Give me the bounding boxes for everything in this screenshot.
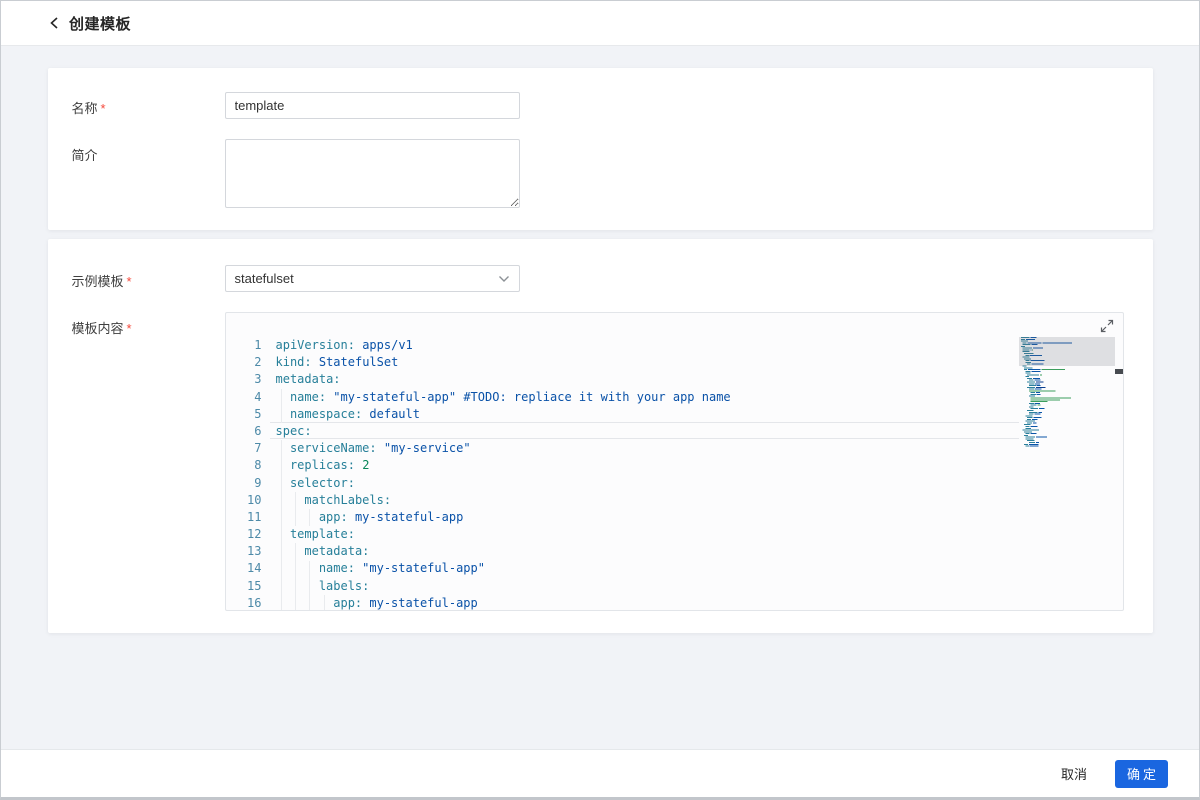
template-content-row: 模板内容* 12345678910111213141516 apiVersio	[72, 312, 1153, 611]
minimap-slider[interactable]	[1019, 337, 1115, 366]
code-line[interactable]: name: "my-stateful-app" #TODO: repliace …	[276, 389, 1019, 406]
minimap[interactable]	[1019, 337, 1115, 610]
line-number: 14	[226, 560, 262, 577]
name-label: 名称*	[72, 92, 225, 119]
code-line[interactable]: serviceName: "my-service"	[276, 440, 1019, 457]
overview-ruler-mark	[1115, 369, 1123, 374]
sample-template-row: 示例模板* statefulset	[72, 265, 1153, 292]
intro-textarea[interactable]	[225, 139, 520, 208]
required-asterisk: *	[127, 274, 132, 289]
sample-template-select[interactable]: statefulset	[225, 265, 520, 292]
page-header: 创建模板	[1, 1, 1199, 46]
line-number-gutter: 12345678910111213141516	[226, 337, 262, 610]
intro-row: 简介	[72, 139, 1153, 208]
code-line[interactable]: name: "my-stateful-app"	[276, 560, 1019, 577]
basic-info-card: 名称* 简介	[48, 68, 1153, 230]
code-line[interactable]: replicas: 2	[276, 457, 1019, 474]
line-number: 7	[226, 440, 262, 457]
code-line[interactable]: metadata:	[276, 543, 1019, 560]
code-line[interactable]: selector:	[276, 475, 1019, 492]
required-asterisk: *	[101, 101, 106, 116]
code-line[interactable]: namespace: default	[276, 406, 1019, 423]
template-card: 示例模板* statefulset 模板内容*	[48, 239, 1153, 633]
yaml-editor[interactable]: 12345678910111213141516 apiVersion: apps…	[225, 312, 1124, 611]
sample-template-label: 示例模板*	[72, 265, 225, 292]
name-input[interactable]	[225, 92, 520, 119]
select-value: statefulset	[235, 271, 294, 286]
line-number: 1	[226, 337, 262, 354]
page-title: 创建模板	[69, 13, 131, 34]
line-number: 10	[226, 492, 262, 509]
code-line[interactable]: matchLabels:	[276, 492, 1019, 509]
code-line[interactable]: metadata:	[276, 371, 1019, 388]
confirm-button[interactable]: 确定	[1115, 760, 1168, 788]
intro-label: 简介	[72, 139, 225, 208]
line-number: 3	[226, 371, 262, 388]
line-number: 12	[226, 526, 262, 543]
overview-ruler[interactable]	[1115, 337, 1123, 610]
line-number: 4	[226, 389, 262, 406]
code-line[interactable]: labels:	[276, 578, 1019, 595]
template-content-label: 模板内容*	[72, 312, 225, 611]
code-line[interactable]: kind: StatefulSet	[276, 354, 1019, 371]
name-row: 名称*	[72, 92, 1153, 119]
line-number: 11	[226, 509, 262, 526]
expand-icon[interactable]	[1099, 318, 1115, 334]
code-line[interactable]: app: my-stateful-app	[276, 595, 1019, 610]
editor-toolbar	[226, 313, 1123, 337]
line-number: 13	[226, 543, 262, 560]
back-button[interactable]: 创建模板	[49, 13, 131, 34]
code-content[interactable]: apiVersion: apps/v1kind: StatefulSetmeta…	[276, 337, 1019, 610]
line-number: 16	[226, 595, 262, 610]
line-number: 15	[226, 578, 262, 595]
cancel-button[interactable]: 取消	[1061, 764, 1087, 783]
line-number: 6	[226, 423, 262, 440]
line-number: 9	[226, 475, 262, 492]
action-bar: 取消 确定	[1, 749, 1199, 797]
window: 创建模板 名称* 简介 示例模板* statefulset	[0, 0, 1200, 800]
editor-body[interactable]: 12345678910111213141516 apiVersion: apps…	[226, 337, 1123, 610]
chevron-down-icon	[498, 275, 510, 283]
code-line[interactable]: template:	[276, 526, 1019, 543]
back-chevron-icon	[49, 16, 59, 30]
line-number: 8	[226, 457, 262, 474]
code-line[interactable]: app: my-stateful-app	[276, 509, 1019, 526]
code-line[interactable]: apiVersion: apps/v1	[276, 337, 1019, 354]
line-number: 2	[226, 354, 262, 371]
line-number: 5	[226, 406, 262, 423]
code-line[interactable]: spec:	[276, 423, 1019, 440]
required-asterisk: *	[127, 321, 132, 336]
